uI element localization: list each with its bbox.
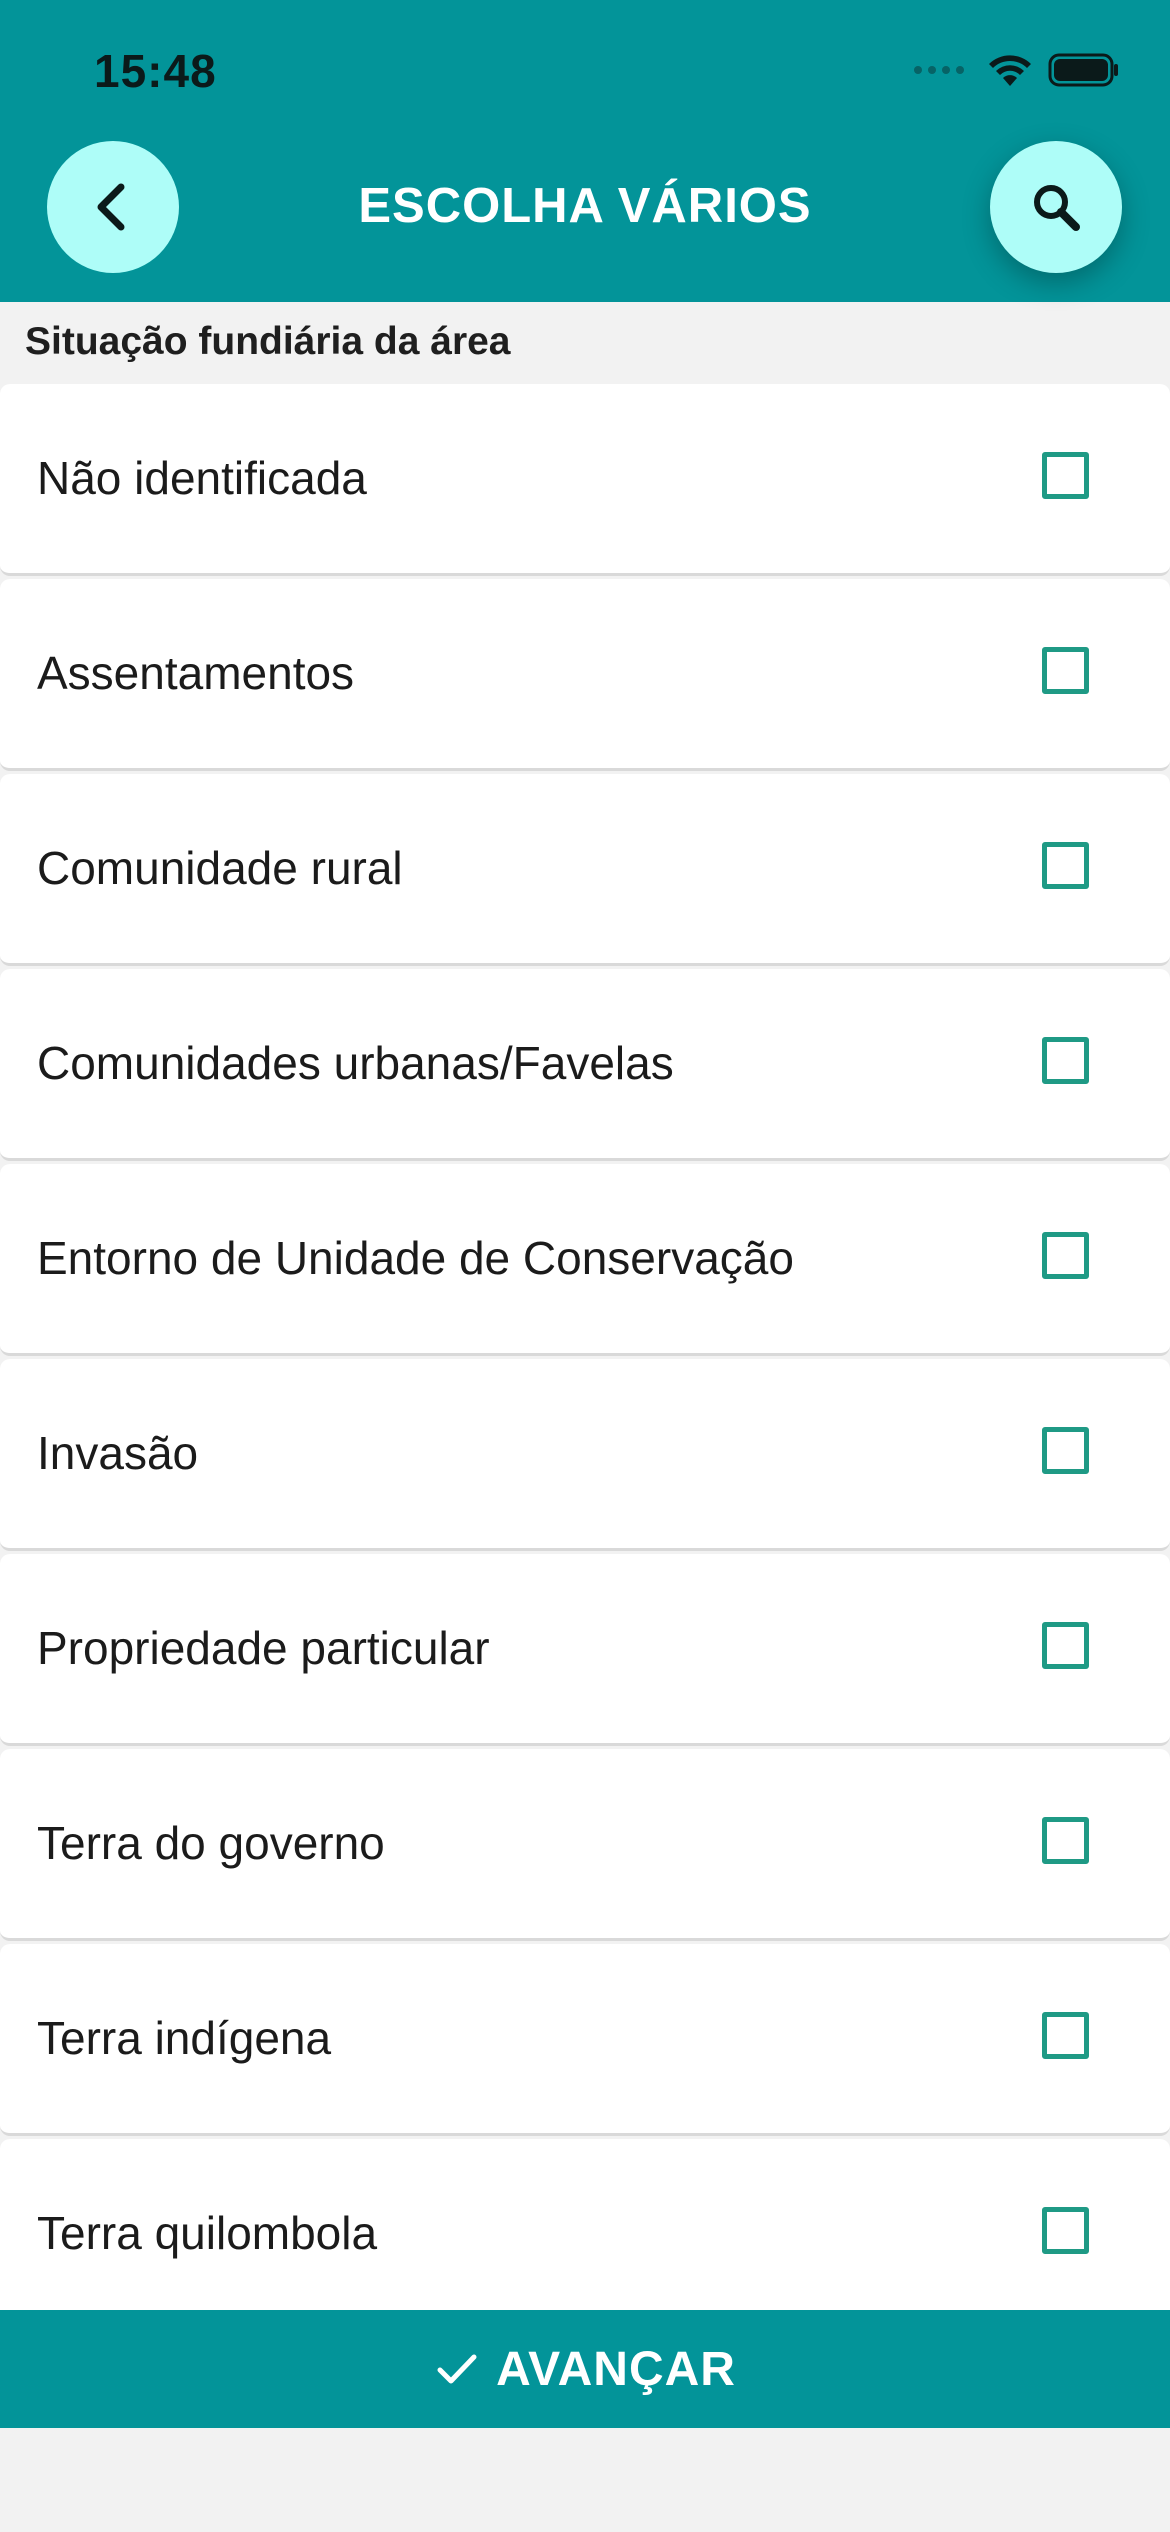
option-label: Terra do governo xyxy=(37,1817,385,1869)
option-label: Propriedade particular xyxy=(37,1622,490,1674)
options-list: Não identificada Assentamentos Comunidad… xyxy=(0,384,1170,2334)
status-icons xyxy=(914,52,1120,88)
battery-icon xyxy=(1048,53,1118,87)
option-label: Entorno de Unidade de Conservação xyxy=(37,1232,794,1284)
wifi-icon xyxy=(989,55,1031,86)
checkbox[interactable] xyxy=(1042,842,1089,889)
option-label: Assentamentos xyxy=(37,647,355,699)
checkbox[interactable] xyxy=(1042,2207,1089,2254)
list-item[interactable]: Terra do governo xyxy=(0,1749,1170,1941)
list-item[interactable]: Invasão xyxy=(0,1359,1170,1551)
search-icon xyxy=(1034,185,1080,231)
option-label: Terra quilombola xyxy=(37,2207,378,2259)
cellular-signal-icon xyxy=(914,66,964,74)
option-label: Não identificada xyxy=(37,452,367,504)
list-item[interactable]: Comunidades urbanas/Favelas xyxy=(0,969,1170,1161)
checkbox[interactable] xyxy=(1042,647,1089,694)
checkbox[interactable] xyxy=(1042,452,1089,499)
search-button[interactable] xyxy=(990,141,1122,273)
advance-button[interactable]: AVANÇAR xyxy=(0,2310,1170,2428)
list-item[interactable]: Assentamentos xyxy=(0,579,1170,771)
section-label: Situação fundiária da área xyxy=(25,320,511,363)
checkbox[interactable] xyxy=(1042,1622,1089,1669)
advance-label: AVANÇAR xyxy=(496,2342,736,2396)
checkbox[interactable] xyxy=(1042,1817,1089,1864)
status-time: 15:48 xyxy=(94,45,217,97)
checkbox[interactable] xyxy=(1042,1232,1089,1279)
checkbox[interactable] xyxy=(1042,1037,1089,1084)
checkbox[interactable] xyxy=(1042,2012,1089,2059)
app-header: 15:48 ESCOLHA VÁRIOS xyxy=(0,0,1170,302)
list-item[interactable]: Entorno de Unidade de Conservação xyxy=(0,1164,1170,1356)
option-label: Comunidade rural xyxy=(37,842,403,894)
list-item[interactable]: Propriedade particular xyxy=(0,1554,1170,1746)
option-label: Comunidades urbanas/Favelas xyxy=(37,1037,674,1089)
list-item[interactable]: Terra indígena xyxy=(0,1944,1170,2136)
list-item[interactable]: Não identificada xyxy=(0,384,1170,576)
option-label: Invasão xyxy=(37,1427,199,1479)
list-item[interactable]: Terra quilombola xyxy=(0,2139,1170,2331)
option-label: Terra indígena xyxy=(37,2012,332,2064)
checkbox[interactable] xyxy=(1042,1427,1089,1474)
check-icon xyxy=(437,2354,477,2384)
list-item[interactable]: Comunidade rural xyxy=(0,774,1170,966)
